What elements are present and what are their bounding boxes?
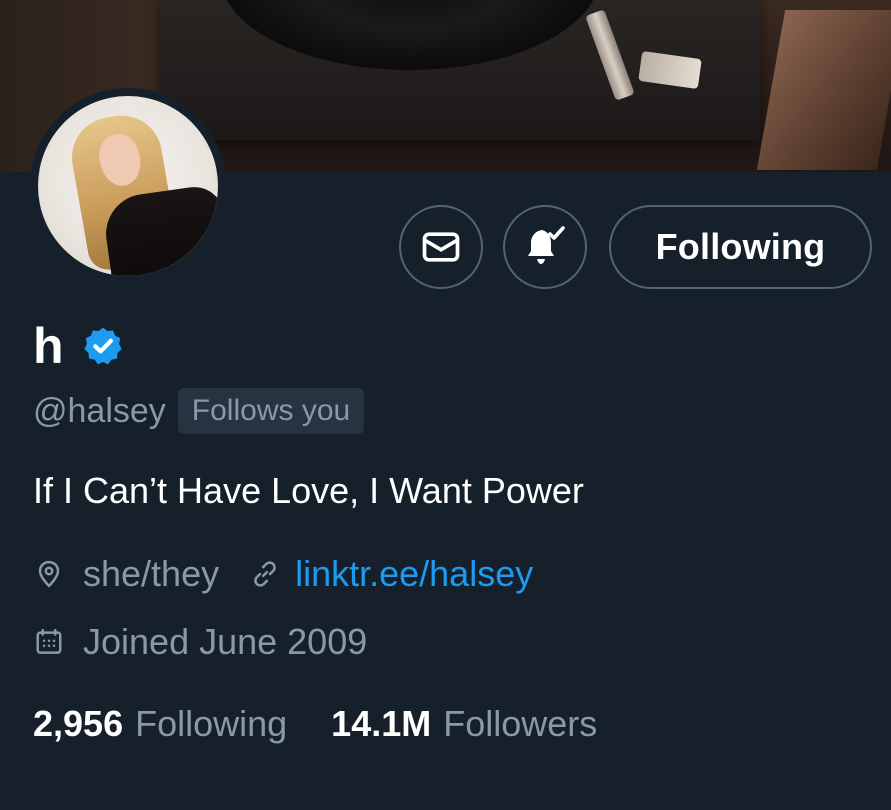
handle-row: @halsey Follows you [33,388,365,434]
user-handle: @halsey [33,391,166,430]
profile-website-link[interactable]: linktr.ee/halsey [295,553,533,595]
profile-actions: Following [0,205,891,289]
follows-you-badge: Follows you [177,388,365,434]
verified-badge-icon[interactable] [82,324,126,368]
message-button[interactable] [399,205,483,289]
following-stat[interactable]: 2,956 Following [33,703,287,745]
joined-date: Joined June 2009 [83,621,368,662]
envelope-icon [422,232,460,262]
notifications-button[interactable] [503,205,587,289]
profile-bio: If I Can’t Have Love, I Want Power [33,470,584,511]
banner-books [756,10,891,170]
profile-location: she/they [83,553,220,594]
followers-stat[interactable]: 14.1M Followers [331,703,597,745]
profile-name-row: h [33,318,126,374]
bell-subscribed-icon [528,226,565,264]
following-count: 2,956 [33,703,124,744]
link-icon [249,556,281,592]
following-button[interactable]: Following [609,205,872,289]
joined-row: Joined June 2009 [33,618,367,666]
followers-count: 14.1M [331,703,432,744]
profile-meta-row: she/they linktr.ee/halsey [33,550,533,598]
location-pin-icon [33,556,65,592]
calendar-icon [33,624,65,660]
following-label: Following [135,703,288,744]
display-name: h [33,318,64,374]
followers-label: Followers [443,703,598,744]
follow-stats: 2,956 Following 14.1M Followers [33,700,597,748]
